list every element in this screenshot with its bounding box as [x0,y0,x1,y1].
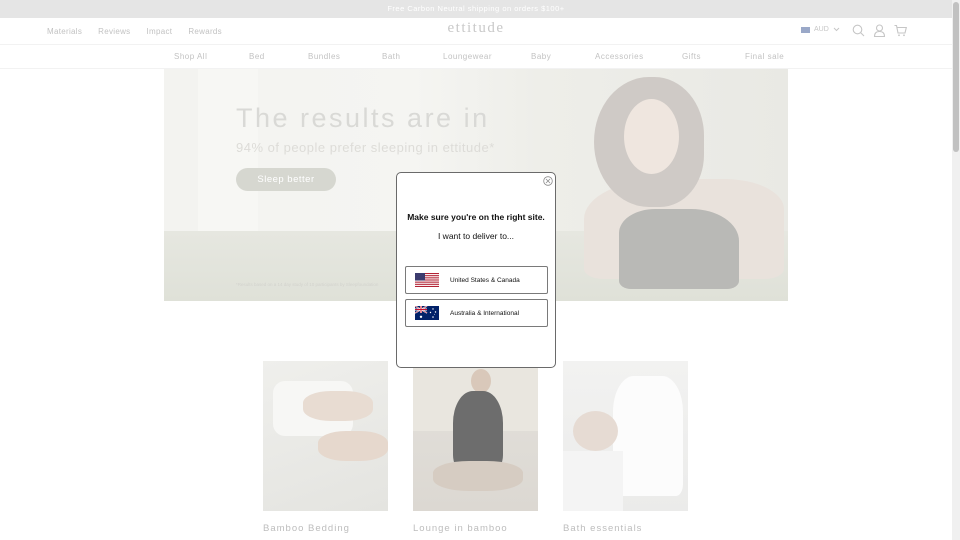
nav-item-accessories[interactable]: Accessories [595,45,644,69]
hero-title: The results are in [236,103,490,133]
modal-subtitle: I want to deliver to... [437,231,515,241]
hero-image-slip [619,209,739,289]
sleep-better-button[interactable]: Sleep better [236,168,336,191]
account-icon[interactable] [873,24,886,37]
search-icon[interactable] [852,24,865,37]
cart-icon[interactable] [894,24,907,37]
card-image-bamboo-bedding[interactable] [263,361,388,511]
au-flag-icon [801,26,810,33]
scrollbar-thumb[interactable] [953,2,959,152]
nav-item-bath[interactable]: Bath [382,45,400,69]
nav-item-final-sale[interactable]: Final sale [745,45,784,69]
us-canada-option[interactable]: United States & Canada [405,266,548,294]
nav-item-shop-all[interactable]: Shop All [174,45,207,69]
card-title-bamboo-bedding[interactable]: Bamboo Bedding [263,523,350,534]
nav-item-loungewear[interactable]: Loungewear [443,45,492,69]
header-icons [852,24,907,37]
chevron-down-icon [833,27,840,32]
hero-footnote: *Results based on a 14 day study of 10 p… [236,282,379,287]
us-flag-icon [415,273,439,287]
card-title-bath-essentials[interactable]: Bath essentials [563,523,642,534]
card-title-lounge-in-bamboo[interactable]: Lounge in bamboo [413,523,508,534]
currency-label: AUD [814,26,829,33]
modal-title: Make sure you're on the right site. [407,212,545,222]
nav-item-bed[interactable]: Bed [249,45,265,69]
nav-item-bundles[interactable]: Bundles [308,45,340,69]
hero-image-face [624,99,679,174]
nav-item-gifts[interactable]: Gifts [682,45,701,69]
category-nav: Shop All Bed Bundles Bath Loungewear Bab… [0,44,952,69]
au-flag-icon [415,306,439,320]
card-image-bath-essentials[interactable] [563,361,688,511]
option-label-us-canada: United States & Canada [450,276,520,284]
nav-item-baby[interactable]: Baby [531,45,551,69]
region-selector[interactable]: AUD [801,26,840,33]
announcement-bar: Free Carbon Neutral shipping on orders $… [0,0,952,18]
australia-international-option[interactable]: Australia & International [405,299,548,327]
page-scrollbar[interactable] [952,0,960,540]
site-selector-modal: Make sure you're on the right site. I wa… [396,172,556,368]
close-icon[interactable] [543,176,553,186]
option-label-australia-international: Australia & International [450,309,520,317]
hero-subtitle: 94% of people prefer sleeping in ettitud… [236,140,495,155]
site-header: Materials Reviews Impact Rewards ettitud… [0,18,952,44]
card-image-lounge-in-bamboo[interactable] [413,361,538,511]
